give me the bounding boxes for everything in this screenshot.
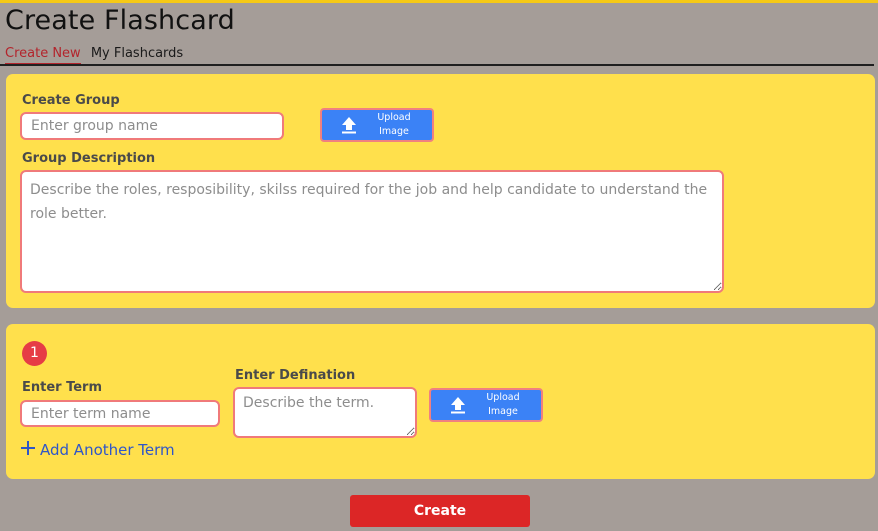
definition-textarea[interactable] — [233, 387, 417, 438]
upload-label: Upload Image — [475, 391, 531, 419]
group-name-input[interactable] — [20, 112, 284, 140]
plus-icon — [20, 440, 36, 459]
term-upload-image-button[interactable]: Upload Image — [429, 388, 543, 422]
tab-divider — [0, 64, 874, 66]
tab-bar: Create New My Flashcards — [5, 46, 189, 65]
top-accent-bar — [0, 0, 878, 3]
group-upload-image-button[interactable]: Upload Image — [320, 108, 434, 142]
group-card: Create Group Upload Image Group Descript… — [6, 74, 875, 308]
upload-label-line1: Upload — [486, 392, 520, 403]
add-another-term-link[interactable]: Add Another Term — [20, 440, 175, 459]
create-button[interactable]: Create — [350, 495, 530, 527]
enter-definition-label: Enter Defination — [235, 368, 356, 383]
group-description-textarea[interactable] — [20, 170, 724, 293]
upload-icon — [338, 115, 360, 135]
term-name-input[interactable] — [20, 400, 220, 427]
enter-term-label: Enter Term — [22, 380, 103, 395]
upload-icon — [447, 395, 469, 415]
group-description-label: Group Description — [22, 151, 156, 166]
term-number-badge: 1 — [22, 341, 47, 366]
create-group-label: Create Group — [22, 93, 120, 108]
page-title: Create Flashcard — [5, 5, 235, 36]
tab-my-flashcards[interactable]: My Flashcards — [91, 46, 183, 63]
upload-label-line2: Image — [379, 126, 409, 137]
upload-label: Upload Image — [366, 111, 422, 139]
upload-label-line1: Upload — [377, 112, 411, 123]
upload-label-line2: Image — [488, 406, 518, 417]
tab-create-new[interactable]: Create New — [5, 46, 81, 65]
add-term-label: Add Another Term — [40, 440, 175, 459]
